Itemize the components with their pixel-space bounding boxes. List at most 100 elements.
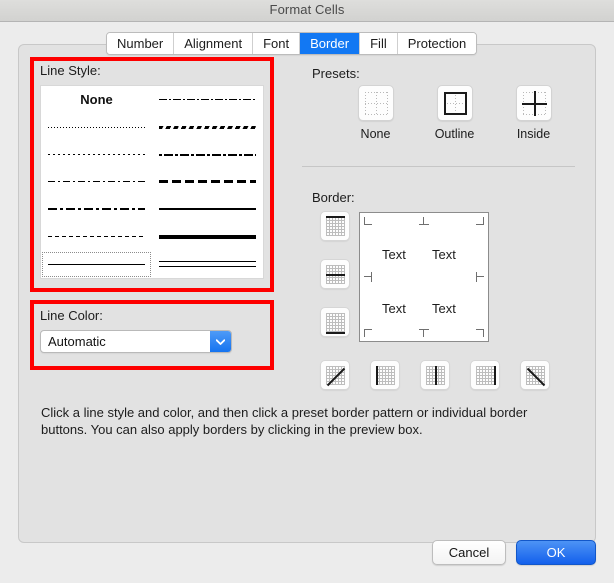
section-divider [302,166,575,167]
inside-vertical-icon [533,91,536,116]
tab-fill[interactable]: Fill [360,33,398,54]
corner-tick-top-right-h [476,224,484,225]
dotted-cell-grid-icon [476,366,495,385]
line-style-grid[interactable]: None [40,85,264,279]
line-style-swatch-double [158,261,257,268]
preset-inside-icon[interactable] [515,85,552,121]
line-style-option-none[interactable]: None [41,86,152,113]
title-bar: Format Cells [0,0,614,22]
diagonal-up-icon [324,364,348,388]
line-style-swatch-dash-dot-thin [47,181,146,183]
edge-tick-right-middle-v [476,272,477,282]
preview-cell-text: Text [432,247,456,262]
dotted-cell-grid-icon [326,313,345,332]
line-style-swatch-dashed-medium [158,180,257,184]
line-style-option-dashed-thin[interactable] [41,223,152,250]
border-bottom-buttons [320,360,550,390]
outline-rect-icon [443,92,467,115]
corner-tick-bottom-left-h [364,329,372,330]
border-label: Border: [312,190,355,205]
dotted-cell-grid-icon [376,366,395,385]
line-style-option-double[interactable] [152,251,263,278]
corner-tick-bottom-right-h [476,329,484,330]
border-left-button[interactable] [370,360,400,390]
presets-label: Presets: [312,66,360,81]
line-style-option-dotted-fine[interactable] [41,113,152,140]
line-style-label: Line Style: [40,63,101,78]
cancel-button[interactable]: Cancel [432,540,506,565]
preset-label: Inside [516,127,551,141]
line-style-swatch-dotted-medium [47,154,146,156]
border-top-button[interactable] [320,211,350,241]
edge-tick-top-middle-h [419,224,429,225]
line-style-swatch-solid-thick [158,234,257,239]
tab-alignment[interactable]: Alignment [174,33,254,54]
border-diagonal-down-button[interactable] [520,360,550,390]
line-style-swatch-dash-dot-dot-medium [158,153,257,156]
border-middle-vertical-button[interactable] [420,360,450,390]
line-style-option-dash-dot-thin[interactable] [41,168,152,195]
dotted-cell-grid-icon [326,217,345,236]
line-style-swatch-dash-dot-long-thin [47,208,146,211]
border-middle-button[interactable] [320,259,350,289]
preset-none[interactable]: None [348,85,403,141]
tab-font[interactable]: Font [253,33,301,54]
border-top-icon [326,216,345,218]
line-style-swatch-dotted-fine [47,126,146,128]
format-cells-dialog: Format Cells Number Alignment Font Border Fi… [0,0,614,583]
preset-none-icon[interactable] [357,85,394,121]
border-right-button[interactable] [470,360,500,390]
line-color-label: Line Color: [40,308,103,323]
diagonal-down-icon [524,364,548,388]
edge-tick-bottom-middle-v [423,329,424,337]
line-style-swatch-dashed-thin [47,236,146,238]
line-style-swatch-dash-dot-dot-thin [158,99,257,101]
help-text: Click a line style and color, and then c… [41,405,528,437]
line-color-select[interactable]: Automatic [40,330,232,353]
preset-label: Outline [434,127,475,141]
border-diagonal-up-button[interactable] [320,360,350,390]
presets-row: None Outline Inside [348,85,561,141]
line-style-option-slant-dash[interactable] [152,113,263,140]
border-bottom-icon [326,332,345,334]
line-color-value: Automatic [48,334,106,349]
preset-label: None [360,127,391,141]
ok-button[interactable]: OK [516,540,596,565]
preset-outline-icon[interactable] [436,85,473,121]
line-style-none-label: None [80,92,113,108]
tab-border[interactable]: Border [300,33,361,54]
preset-outline[interactable]: Outline [427,85,482,141]
border-bottom-button[interactable] [320,307,350,337]
preview-cell-text: Text [382,247,406,262]
corner-tick-bottom-right-v [483,329,484,337]
edge-tick-left-middle-v [371,272,372,282]
line-style-option-solid-thin[interactable] [152,196,263,223]
preview-cell-text: Text [382,301,406,316]
tab-bar: Number Alignment Font Border Fill Protection [106,32,478,55]
border-left-icon [376,366,378,385]
corner-tick-bottom-left-v [364,329,365,337]
line-style-swatch-solid-thin [158,208,257,211]
line-style-option-dash-dot-dot-thin[interactable] [152,86,263,113]
line-style-swatch-slant-dash [158,125,257,129]
line-style-option-dotted-medium[interactable] [41,141,152,168]
edge-tick-bottom-middle-h [419,329,429,330]
line-style-option-dashed-medium[interactable] [152,168,263,195]
preset-inside[interactable]: Inside [506,85,561,141]
dotted-cell-grid-icon [364,92,388,115]
line-style-option-dash-dot-long-thin[interactable] [41,196,152,223]
edge-tick-right-middle-h [476,276,484,277]
border-middle-vertical-icon [435,366,437,385]
border-middle-horizontal-icon [326,274,345,276]
line-style-option-dash-dot-dot-medium[interactable] [152,141,263,168]
tab-number[interactable]: Number [107,33,175,54]
line-style-option-solid-hairline[interactable] [41,251,152,278]
tab-protection[interactable]: Protection [397,33,477,54]
dialog-footer: Cancel OK [432,540,596,565]
line-style-option-solid-thick[interactable] [152,223,263,250]
border-preview-box[interactable]: Text Text Text Text [359,212,489,342]
border-side-buttons [320,211,350,337]
preview-cell-text: Text [432,301,456,316]
corner-tick-top-left-h [364,224,372,225]
border-right-icon [494,366,496,385]
